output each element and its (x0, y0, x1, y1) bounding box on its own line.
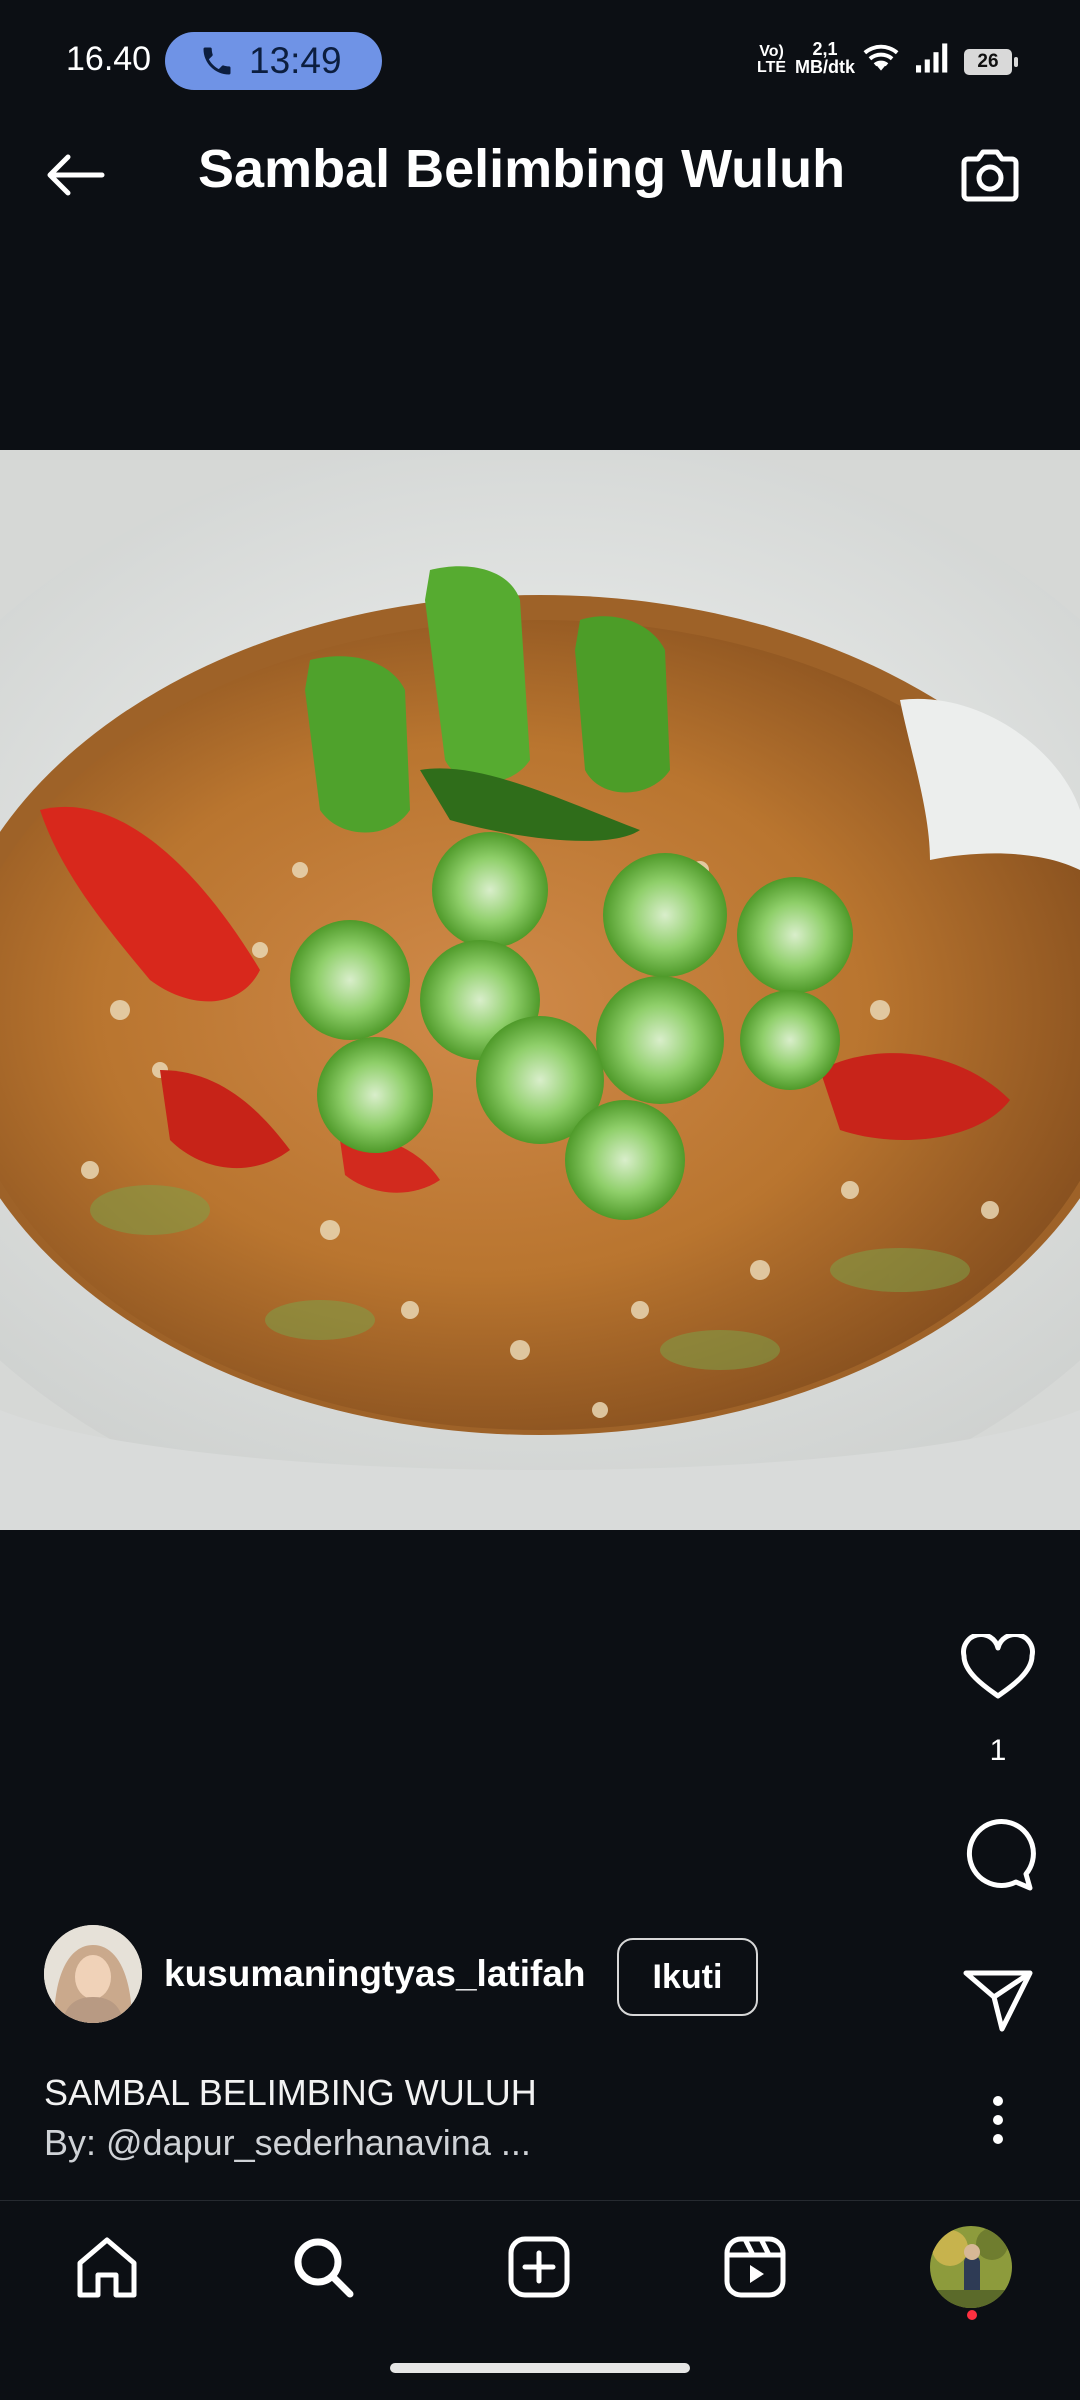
nav-create[interactable] (498, 2226, 580, 2308)
caption-byline[interactable]: By: @dapur_sederhanavina ... (44, 2122, 531, 2164)
volte-indicator: Vo) LTE (757, 44, 786, 76)
notification-dot (967, 2310, 977, 2320)
call-duration: 13:49 (249, 40, 342, 81)
search-icon (294, 2238, 354, 2298)
back-button[interactable] (40, 140, 110, 210)
avatar-image (44, 1925, 142, 2023)
phone-icon (203, 47, 231, 75)
caption-prefix: By: (44, 2122, 107, 2163)
send-icon (963, 1970, 1033, 2032)
volte-label: Vo) (759, 43, 784, 60)
reels-icon (724, 2236, 786, 2298)
like-button[interactable] (958, 1628, 1038, 1708)
create-post-icon (508, 2236, 570, 2298)
comment-button[interactable] (958, 1816, 1038, 1896)
page-title: Sambal Belimbing Wuluh (198, 139, 846, 199)
ongoing-call-chip[interactable]: 13:49 (165, 32, 382, 90)
nav-home[interactable] (66, 2226, 148, 2308)
home-icon (77, 2237, 137, 2298)
network-speed: 2,1 MB/dtk (795, 40, 855, 76)
arrow-left-icon (47, 154, 105, 196)
speed-value: 2,1 (812, 39, 838, 59)
post-photo[interactable] (0, 450, 1080, 1530)
battery-indicator: 26 (964, 49, 1018, 75)
lte-label: LTE (757, 59, 787, 76)
heart-icon (961, 1634, 1035, 1699)
nav-reels[interactable] (714, 2226, 796, 2308)
follow-button[interactable]: Ikuti (617, 1938, 758, 2016)
gesture-home-indicator[interactable] (390, 2363, 690, 2373)
profile-avatar-icon (930, 2226, 1012, 2308)
camera-icon (961, 149, 1019, 202)
caption-title[interactable]: SAMBAL BELIMBING WULUH (44, 2072, 537, 2114)
status-clock: 16.40 (66, 40, 152, 78)
more-vertical-icon (993, 2096, 1003, 2144)
like-count: 1 (989, 1734, 1007, 1767)
bottom-nav-divider (0, 2200, 1080, 2201)
share-button[interactable] (958, 1960, 1038, 2040)
more-options-button[interactable] (958, 2080, 1038, 2160)
nav-search[interactable] (282, 2226, 364, 2308)
author-username[interactable]: kusumaningtyas_latifah (164, 1953, 586, 1995)
wifi-icon (863, 44, 899, 71)
comment-icon (966, 1819, 1036, 1891)
camera-button[interactable] (955, 140, 1025, 210)
author-avatar[interactable] (44, 1925, 142, 2023)
caption-mention[interactable]: @dapur_sederhanavina ... (106, 2122, 531, 2163)
signal-icon (916, 43, 948, 73)
nav-profile[interactable] (930, 2226, 1012, 2308)
sambal-photo (0, 450, 1080, 1530)
speed-unit: MB/dtk (795, 57, 855, 77)
